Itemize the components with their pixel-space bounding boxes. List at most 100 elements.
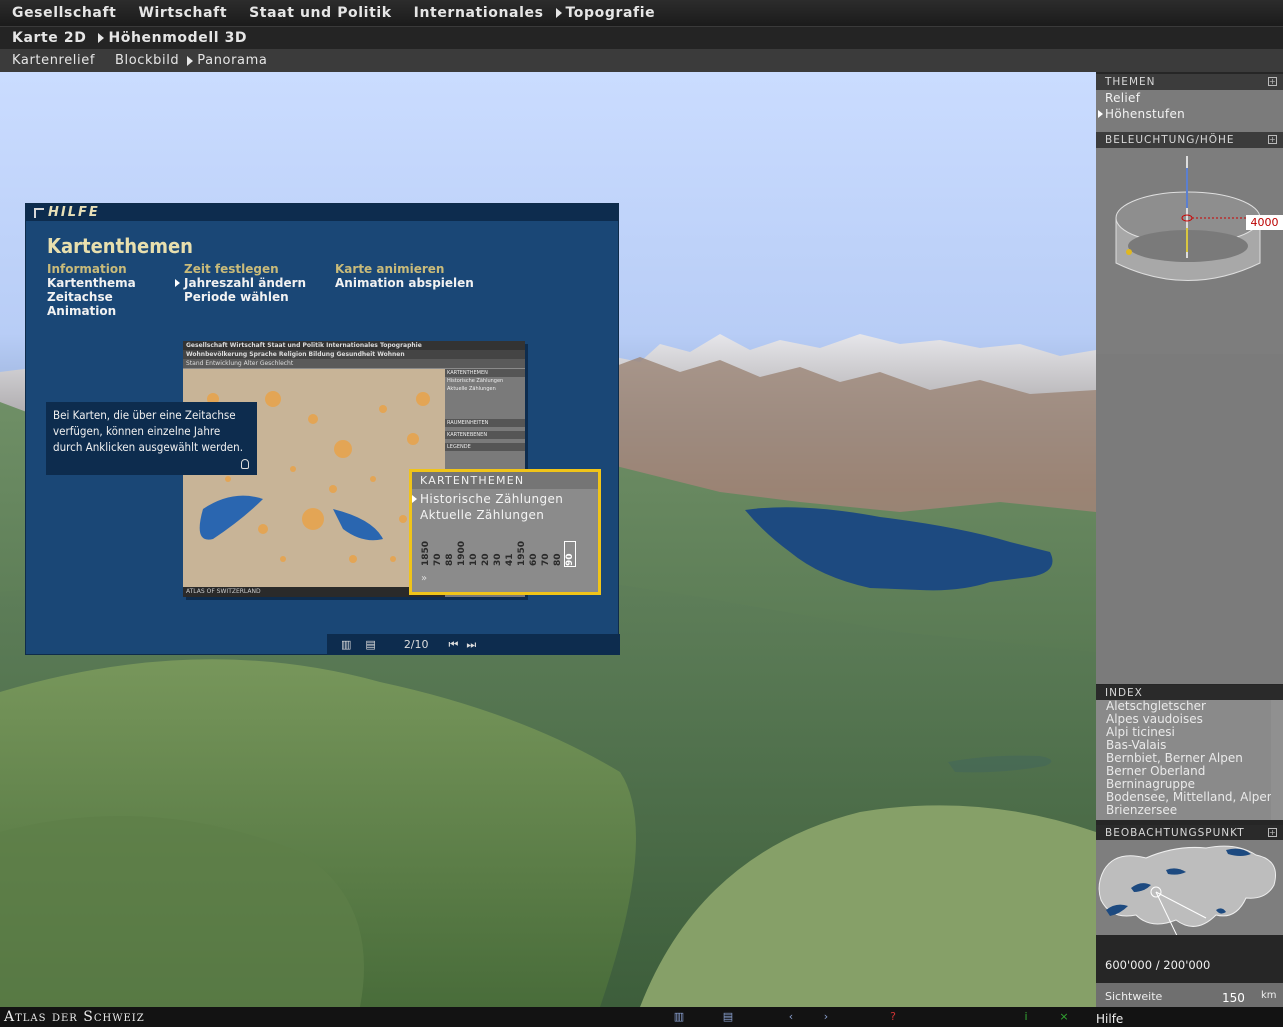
- help-link-animation-abspielen[interactable]: Animation abspielen: [335, 276, 474, 290]
- atlas-brand: Atlas der Schweiz: [4, 1009, 145, 1025]
- help-link-jahreszahl-aendern[interactable]: Jahreszahl ändern: [184, 276, 306, 290]
- nav-topografie[interactable]: Topografie: [566, 5, 656, 21]
- index-list[interactable]: Aletschgletscher Alpes vaudoises Alpi ti…: [1096, 700, 1283, 820]
- help-column-animieren: Karte animieren Animation abspielen: [335, 262, 474, 290]
- mini-nav: Wohnbevölkerung Sprache Religion Bildung…: [183, 350, 525, 359]
- year-label-selected[interactable]: 90: [564, 541, 576, 567]
- year-label[interactable]: 80: [553, 542, 563, 566]
- lightbulb-icon: [241, 459, 249, 469]
- expand-icon[interactable]: +: [1268, 828, 1277, 837]
- height-value[interactable]: 4000: [1246, 215, 1283, 230]
- year-label[interactable]: 41: [505, 542, 515, 566]
- corner-icon: [34, 207, 44, 218]
- year-label[interactable]: 1900: [457, 541, 467, 566]
- close-icon[interactable]: ×: [1058, 1011, 1070, 1023]
- sidebar-empty-area: [1096, 354, 1283, 684]
- grid-view-icon[interactable]: ▥: [673, 1011, 685, 1023]
- switzerland-overview-map: [1096, 840, 1283, 945]
- forward-icon[interactable]: ›: [820, 1011, 832, 1023]
- year-label[interactable]: 1950: [517, 541, 527, 566]
- themen-list: Relief Höhenstufen: [1096, 90, 1283, 134]
- info-icon[interactable]: i: [1020, 1011, 1032, 1023]
- help-column-heading: Information: [47, 262, 127, 276]
- coordinate-readout: 600'000 / 200'000: [1105, 958, 1211, 972]
- list-view-icon[interactable]: ▤: [722, 1011, 734, 1023]
- year-label[interactable]: 20: [481, 542, 491, 566]
- help-link-kartenthema[interactable]: Kartenthema: [47, 276, 136, 290]
- index-item[interactable]: Brienzersee: [1096, 804, 1283, 817]
- nav-blockbild[interactable]: Blockbild: [115, 53, 179, 68]
- help-panel: HILFE Kartenthemen Information Kartenthe…: [25, 203, 620, 655]
- grid-view-icon[interactable]: ▥: [341, 638, 351, 651]
- nav-staat-und-politik[interactable]: Staat und Politik: [249, 5, 392, 21]
- main-nav: Gesellschaft Wirtschaft Staat und Politi…: [0, 0, 1283, 27]
- help-pagination: ▥ ▤ 2/10 ⏮ ⏭: [327, 634, 620, 655]
- beobachtung-title: BEOBACHTUNGSPUNKT: [1105, 827, 1245, 839]
- themen-header: THEMEN +: [1096, 74, 1283, 90]
- list-view-icon[interactable]: ▤: [365, 638, 375, 651]
- nav-hoehenmodell-3d[interactable]: Höhenmodell 3D: [108, 30, 247, 46]
- help-column-information: Information Kartenthema Zeitachse Animat…: [47, 262, 136, 318]
- sichtweite-label: Sichtweite: [1105, 990, 1163, 1003]
- sub-nav: Karte 2D Höhenmodell 3D: [0, 27, 1283, 49]
- index-scrollbar[interactable]: [1271, 700, 1283, 820]
- year-label[interactable]: 88: [445, 542, 455, 566]
- year-label[interactable]: 70: [541, 542, 551, 566]
- selected-triangle-icon: [98, 33, 105, 43]
- help-link-animation[interactable]: Animation: [47, 304, 136, 318]
- year-label[interactable]: 1850: [421, 541, 431, 566]
- help-link-zeitachse[interactable]: Zeitachse: [47, 290, 136, 304]
- status-bar: Atlas der Schweiz ▥ ▤ ‹ › ? i × Hilfe: [0, 1007, 1283, 1027]
- prev-page-icon[interactable]: ⏮: [449, 638, 459, 652]
- sichtweite-control[interactable]: Sichtweite 150 km: [1096, 983, 1283, 1007]
- mini-nav: Stand Entwicklung Alter Geschlecht: [183, 359, 525, 368]
- help-link-periode-waehlen[interactable]: Periode wählen: [184, 290, 306, 304]
- themen-title: THEMEN: [1105, 76, 1156, 88]
- observation-point-map[interactable]: [1096, 840, 1283, 945]
- beleuchtung-title: BELEUCHTUNG/HÖHE: [1105, 134, 1235, 146]
- selected-triangle-icon: [187, 55, 194, 66]
- year-label[interactable]: 60: [529, 542, 539, 566]
- callout-title: KARTENTHEMEN: [412, 472, 598, 489]
- play-forward-icon[interactable]: »: [421, 573, 427, 584]
- year-label[interactable]: 70: [433, 542, 443, 566]
- nav-karte-2d[interactable]: Karte 2D: [12, 30, 86, 46]
- sichtweite-value[interactable]: 150: [1222, 991, 1245, 1005]
- selected-triangle-icon: [555, 8, 562, 18]
- beobachtung-header: BEOBACHTUNGSPUNKT +: [1096, 825, 1283, 841]
- tooltip-text: Bei Karten, die über eine Zeitachse verf…: [53, 408, 243, 454]
- callout-item-aktuelle[interactable]: Aktuelle Zählungen: [412, 507, 598, 523]
- nav-wirtschaft[interactable]: Wirtschaft: [138, 5, 227, 21]
- nav-internationales[interactable]: Internationales: [414, 5, 544, 21]
- nav-gesellschaft[interactable]: Gesellschaft: [12, 5, 116, 21]
- help-header: HILFE: [26, 204, 618, 221]
- callout-item-historische[interactable]: Historische Zählungen: [412, 491, 598, 507]
- sichtweite-unit: km: [1261, 990, 1277, 1001]
- expand-icon[interactable]: +: [1268, 77, 1277, 86]
- help-tooltip: Bei Karten, die über eine Zeitachse verf…: [46, 402, 257, 475]
- help-header-label: HILFE: [48, 205, 100, 220]
- index-title: INDEX: [1105, 687, 1143, 699]
- right-sidebar: THEMEN + Relief Höhenstufen BELEUCHTUNG/…: [1096, 72, 1283, 1007]
- theme-relief[interactable]: Relief: [1096, 90, 1283, 106]
- nav-kartenrelief[interactable]: Kartenrelief: [12, 53, 95, 68]
- help-question-icon[interactable]: ?: [887, 1011, 899, 1023]
- beleuchtung-header: BELEUCHTUNG/HÖHE +: [1096, 132, 1283, 148]
- help-column-heading: Karte animieren: [335, 262, 445, 276]
- sub-sub-nav: Kartenrelief Blockbild Panorama: [0, 49, 1283, 72]
- lighting-height-control[interactable]: 4000: [1096, 148, 1283, 354]
- index-header: INDEX: [1096, 685, 1283, 701]
- lighting-cylinder: [1096, 148, 1283, 354]
- nav-panorama[interactable]: Panorama: [197, 53, 267, 68]
- mini-nav: Gesellschaft Wirtschaft Staat und Politi…: [183, 341, 525, 350]
- theme-hoehenstufen[interactable]: Höhenstufen: [1096, 106, 1283, 122]
- next-page-icon[interactable]: ⏭: [466, 638, 476, 652]
- year-label[interactable]: 10: [469, 542, 479, 566]
- back-icon[interactable]: ‹: [785, 1011, 797, 1023]
- help-title: Kartenthemen: [47, 234, 193, 258]
- page-indicator: 2/10: [403, 638, 429, 651]
- expand-icon[interactable]: +: [1268, 135, 1277, 144]
- timeline-years: 1850 70 88 1900 10 20 30 41 1950 60 70 8…: [421, 541, 577, 567]
- hilfe-button[interactable]: Hilfe: [1096, 1012, 1123, 1026]
- year-label[interactable]: 30: [493, 542, 503, 566]
